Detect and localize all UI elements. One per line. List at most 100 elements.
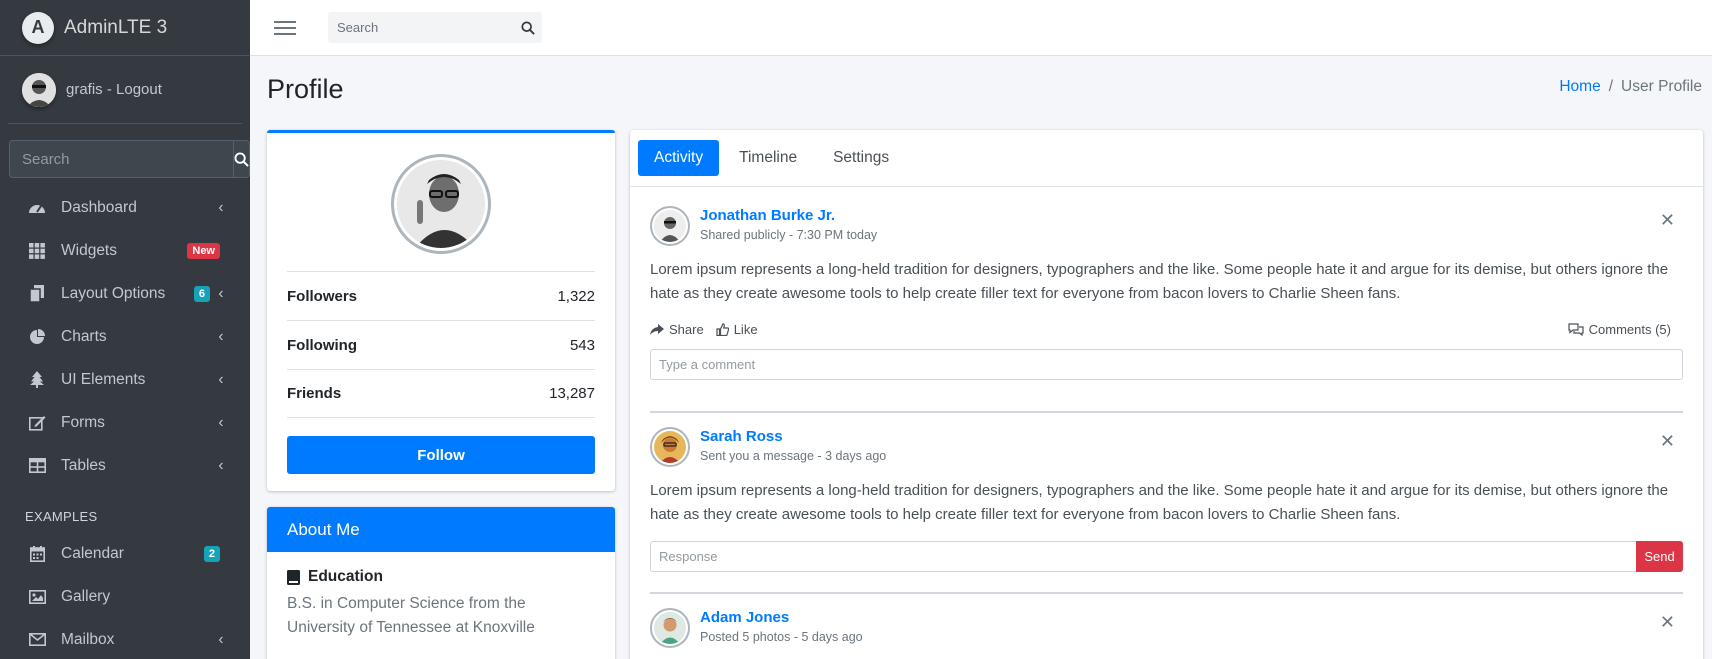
profile-tabs: Activity Timeline Settings: [630, 130, 1703, 187]
profile-stats-list: Followers 1,322 Following 543 Friends 13…: [287, 271, 595, 418]
sidebar-item-forms[interactable]: Forms ‹: [0, 401, 250, 444]
tachometer-icon: [27, 199, 47, 217]
user-logout-link[interactable]: grafis - Logout: [66, 81, 162, 98]
count-badge: 6: [193, 285, 210, 302]
navbar-search: [328, 12, 542, 43]
send-button[interactable]: Send: [1636, 541, 1683, 572]
about-me-card: About Me Education B.S. in Computer Scie…: [267, 507, 615, 659]
post-description: Posted 5 photos - 5 days ago: [700, 630, 863, 644]
pie-chart-icon: [27, 328, 47, 346]
menu-toggle-icon[interactable]: [274, 20, 296, 35]
follow-button[interactable]: Follow: [287, 436, 595, 474]
comments-icon: [1568, 323, 1584, 336]
stat-followers: Followers 1,322: [287, 271, 595, 320]
response-input[interactable]: [650, 541, 1636, 572]
chevron-left-icon: ‹: [218, 456, 224, 474]
sidebar-item-calendar[interactable]: Calendar 2: [0, 532, 250, 575]
thumbs-up-icon: [716, 323, 729, 336]
navbar-search-button[interactable]: [513, 12, 542, 43]
sidebar-item-charts[interactable]: Charts ‹: [0, 315, 250, 358]
breadcrumb: Home / User Profile: [1559, 78, 1702, 96]
stat-value: 1,322: [557, 287, 595, 305]
stat-value: 13,287: [549, 385, 595, 402]
top-navbar: [250, 0, 1712, 56]
nav-header-examples: EXAMPLES: [25, 509, 98, 524]
post: Sarah Ross Sent you a message - 3 days a…: [650, 427, 1683, 572]
tab-activity[interactable]: Activity: [638, 140, 720, 176]
post: Jonathan Burke Jr. Shared publicly - 7:3…: [650, 206, 1683, 380]
post-divider: [650, 592, 1683, 594]
post-text: Lorem ipsum represents a long-held tradi…: [650, 482, 1669, 523]
education-text: B.S. in Computer Science from the Univer…: [287, 595, 535, 636]
stat-following: Following 543: [287, 320, 595, 369]
post-text: Lorem ipsum represents a long-held tradi…: [650, 261, 1669, 302]
sidebar-item-tables[interactable]: Tables ‹: [0, 444, 250, 487]
tree-icon: [27, 371, 47, 389]
search-icon: [234, 151, 249, 167]
main-sidebar: A AdminLTE 3 grafis - Logout Dashboard ‹…: [0, 0, 250, 659]
chevron-left-icon: ‹: [218, 284, 224, 302]
envelope-icon: [27, 631, 47, 649]
comment-input[interactable]: [650, 349, 1683, 380]
chevron-left-icon: ‹: [218, 630, 224, 648]
stat-value: 543: [569, 336, 595, 354]
chevron-left-icon: ‹: [218, 413, 224, 431]
comments-link[interactable]: Comments (5): [1568, 322, 1671, 337]
table-icon: [27, 457, 47, 475]
stat-friends: Friends 13,287: [287, 369, 595, 418]
close-icon[interactable]: ✕: [1660, 431, 1675, 452]
tab-settings[interactable]: Settings: [817, 140, 905, 176]
sidebar-item-dashboard[interactable]: Dashboard ‹: [0, 186, 250, 229]
sidebar-item-ui-elements[interactable]: UI Elements ‹: [0, 358, 250, 401]
chevron-left-icon: ‹: [218, 327, 224, 345]
post-username-link[interactable]: Adam Jones: [700, 608, 863, 628]
response-form: Send: [650, 541, 1683, 572]
navbar-search-input[interactable]: [328, 12, 513, 43]
chevron-left-icon: ‹: [218, 198, 224, 216]
search-icon: [520, 20, 535, 35]
calendar-icon: [27, 545, 47, 563]
chevron-left-icon: ‹: [218, 370, 224, 388]
book-icon: [287, 569, 300, 585]
like-link[interactable]: Like: [716, 322, 758, 337]
brand-logo: A: [22, 11, 54, 44]
breadcrumb-home-link[interactable]: Home: [1559, 78, 1600, 96]
image-icon: [27, 588, 47, 606]
copy-icon: [27, 285, 47, 303]
new-badge: New: [187, 242, 220, 259]
sidebar-search-input[interactable]: [9, 140, 233, 178]
avatar: [650, 206, 690, 246]
sidebar-item-gallery[interactable]: Gallery: [0, 575, 250, 618]
close-icon[interactable]: ✕: [1660, 612, 1675, 633]
activity-card: Activity Timeline Settings Jonathan Burk…: [630, 130, 1703, 659]
user-panel: grafis - Logout: [8, 56, 242, 124]
count-badge: 2: [203, 545, 220, 562]
about-me-title: About Me: [267, 507, 615, 552]
profile-card: Followers 1,322 Following 543 Friends 13…: [267, 130, 615, 491]
avatar: [650, 427, 690, 467]
sidebar-search: [9, 140, 250, 178]
sidebar-item-mailbox[interactable]: Mailbox ‹: [0, 618, 250, 659]
brand-text: AdminLTE 3: [64, 16, 168, 38]
close-icon[interactable]: ✕: [1660, 210, 1675, 231]
education-title: Education: [287, 568, 595, 586]
edit-icon: [27, 414, 47, 432]
sidebar-search-button[interactable]: [233, 140, 250, 178]
grid-icon: [27, 242, 47, 260]
brand-link[interactable]: A AdminLTE 3: [0, 0, 250, 56]
post-username-link[interactable]: Sarah Ross: [700, 427, 886, 447]
page-title: Profile: [267, 74, 344, 104]
profile-avatar: [391, 154, 491, 254]
post-divider: [650, 411, 1683, 413]
breadcrumb-current: User Profile: [1621, 78, 1702, 95]
share-icon: [650, 323, 664, 335]
post-username-link[interactable]: Jonathan Burke Jr.: [700, 206, 877, 226]
sidebar-item-widgets[interactable]: Widgets New: [0, 229, 250, 272]
breadcrumb-separator: /: [1608, 78, 1614, 95]
share-link[interactable]: Share: [650, 322, 704, 337]
post-description: Shared publicly - 7:30 PM today: [700, 228, 878, 242]
tab-timeline[interactable]: Timeline: [723, 140, 813, 176]
avatar: [650, 608, 690, 648]
post: Adam Jones Posted 5 photos - 5 days ago …: [650, 608, 1683, 648]
sidebar-item-layout-options[interactable]: Layout Options 6 ‹: [0, 272, 250, 315]
